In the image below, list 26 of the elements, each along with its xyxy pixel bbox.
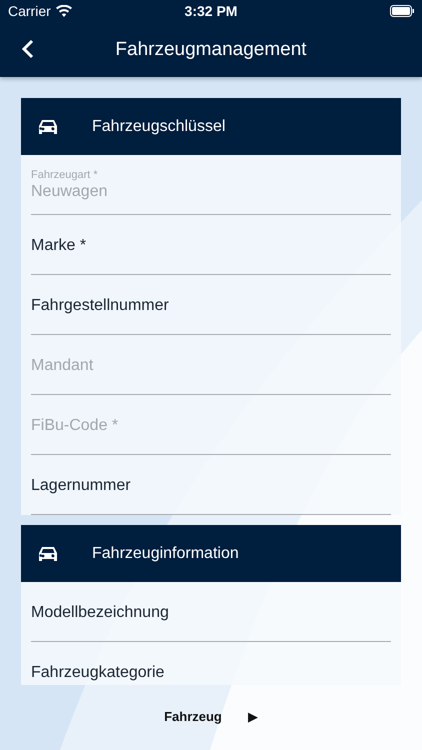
input-field[interactable]: Fahrzeugkategorie	[31, 642, 391, 685]
screen-title: Fahrzeugmanagement	[115, 38, 307, 60]
battery-icon	[390, 5, 414, 17]
field-placeholder: FiBu-Code *	[31, 416, 120, 434]
field-placeholder: Fahrzeugkategorie	[31, 664, 166, 682]
field-placeholder: Fahrgestellnummer	[31, 296, 170, 314]
input-field[interactable]: Fahrgestellnummer	[31, 275, 391, 335]
field-label: Fahrzeugart *	[31, 168, 99, 180]
carrier-label: Carrier	[8, 3, 72, 19]
back-icon	[22, 39, 34, 59]
footer-label: Fahrzeug	[164, 709, 222, 724]
input-field[interactable]: Modellbezeichnung	[31, 582, 391, 642]
section-title: Fahrzeuginformation	[92, 544, 239, 562]
section-title: Fahrzeugschlüssel	[92, 118, 226, 136]
field-value: Neuwagen	[31, 182, 108, 200]
car-icon	[38, 118, 58, 136]
field-placeholder: Mandant	[31, 356, 94, 374]
next-button[interactable]: ▶	[248, 709, 258, 724]
status-time: 3:32 PM	[184, 3, 238, 19]
field-placeholder: Lagernummer	[31, 476, 132, 494]
wifi-icon	[56, 5, 72, 17]
input-field[interactable]: Lagernummer	[31, 455, 391, 515]
field-placeholder: Marke *	[31, 236, 88, 254]
car-icon	[38, 544, 58, 562]
field-placeholder: Modellbezeichnung	[31, 604, 170, 622]
input-field[interactable]: Marke *	[31, 215, 391, 275]
